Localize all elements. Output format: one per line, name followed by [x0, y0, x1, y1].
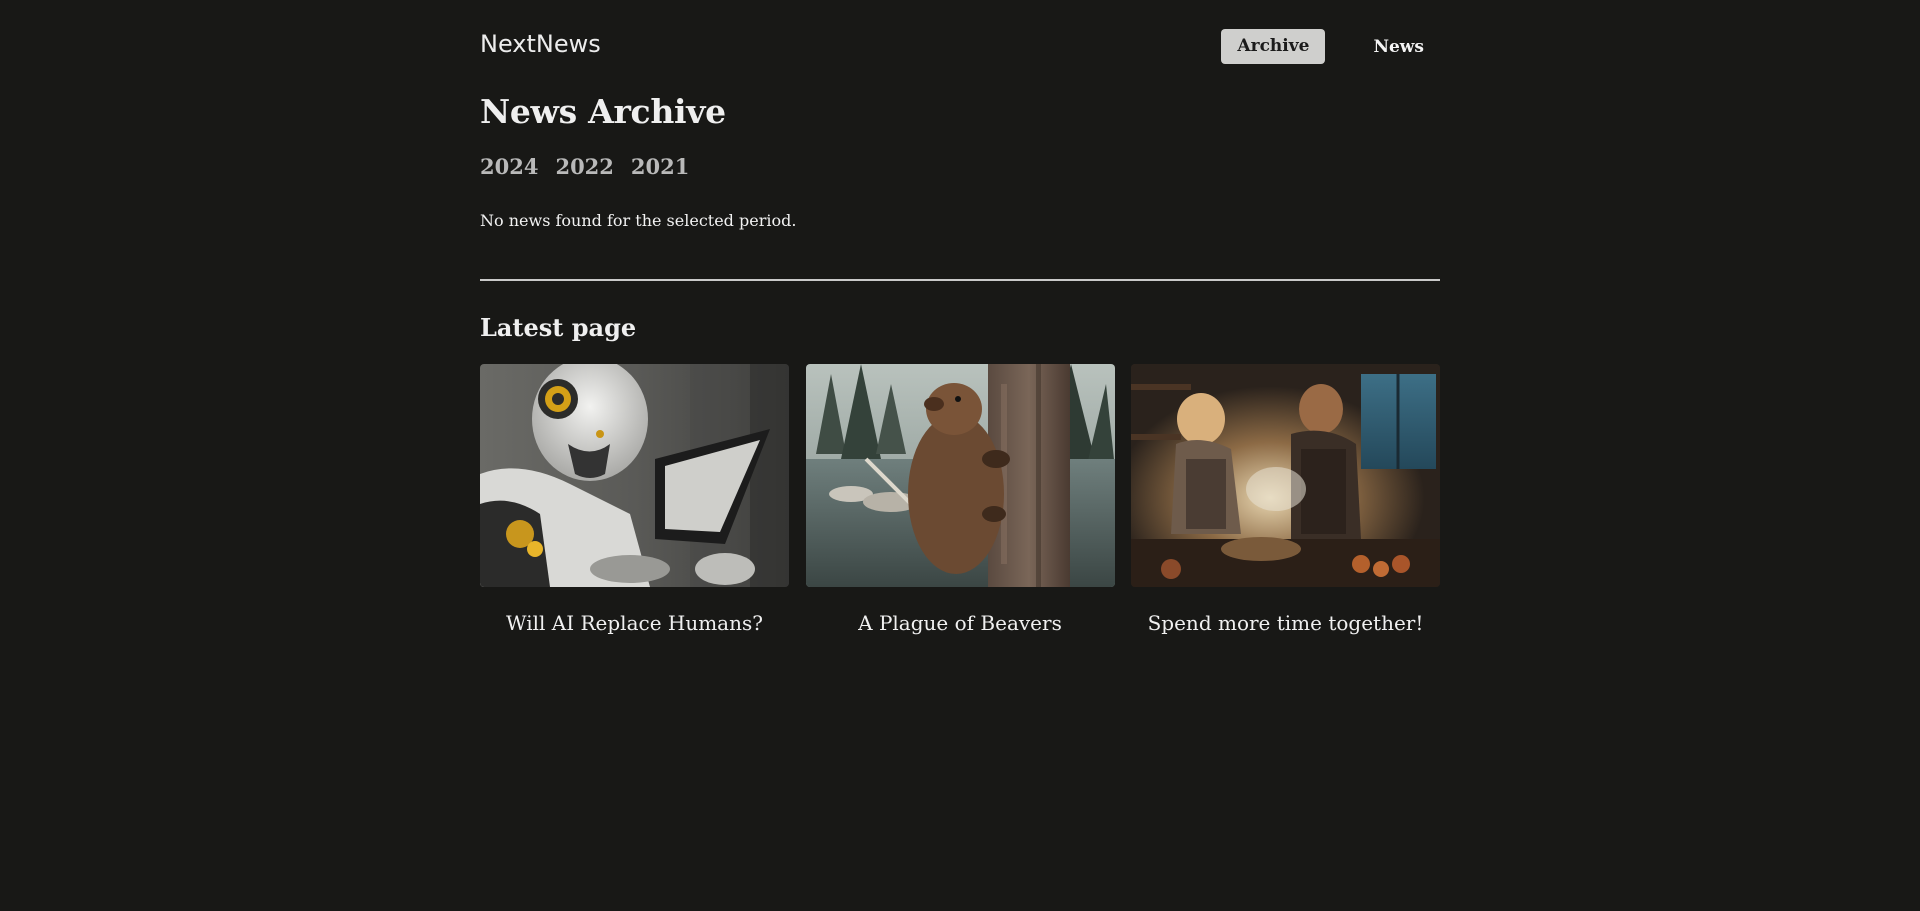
year-link-2021[interactable]: 2021 [631, 154, 689, 179]
beaver-illustration [805, 364, 1115, 587]
year-link-2022[interactable]: 2022 [555, 154, 613, 179]
site-logo[interactable]: NextNews [480, 30, 601, 58]
main-container: NextNews Archive News News Archive 2024 … [480, 0, 1440, 635]
beaver-on-tree-image [805, 364, 1115, 587]
site-header: NextNews Archive News [480, 0, 1440, 94]
card-title: A Plague of Beavers [858, 611, 1062, 635]
nav-archive-link[interactable]: Archive [1221, 29, 1326, 64]
page-title: News Archive [480, 92, 726, 131]
news-card-ai[interactable]: Will AI Replace Humans? [480, 364, 789, 635]
nav-news-link[interactable]: News [1373, 36, 1424, 58]
latest-cards: Will AI Replace Humans? A Plague of Beav… [480, 364, 1440, 635]
section-divider [480, 279, 1440, 281]
news-card-together[interactable]: Spend more time together! [1131, 364, 1440, 635]
robot-illustration [480, 364, 789, 587]
card-title: Spend more time together! [1147, 611, 1424, 635]
year-filter: 2024 2022 2021 [480, 154, 706, 179]
news-card-beavers[interactable]: A Plague of Beavers [805, 364, 1115, 635]
couple-cooking-image [1131, 364, 1440, 587]
robot-with-tablet-image [480, 364, 789, 587]
empty-state-message: No news found for the selected period. [480, 211, 797, 230]
main-nav: Archive News [1221, 29, 1440, 64]
page: NextNews Archive News News Archive 2024 … [0, 0, 1920, 911]
card-title: Will AI Replace Humans? [506, 611, 763, 635]
latest-section-title: Latest page [480, 313, 637, 342]
cooking-illustration [1131, 364, 1440, 587]
year-link-2024[interactable]: 2024 [480, 154, 538, 179]
